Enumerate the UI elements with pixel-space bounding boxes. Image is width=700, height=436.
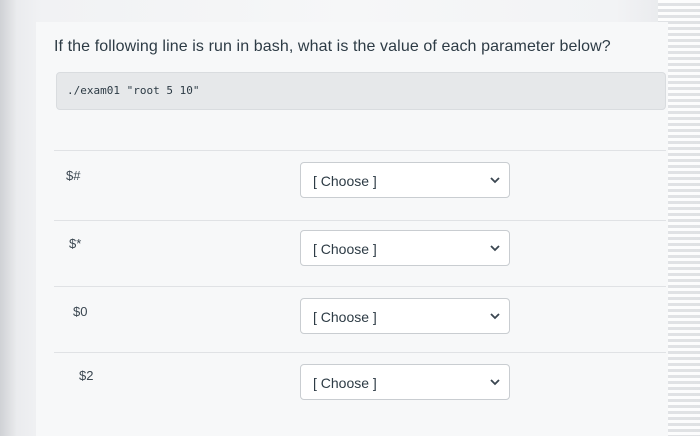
divider: [54, 150, 666, 151]
param-label-script-name: $0: [73, 304, 88, 319]
command-text: ./exam01 "root 5 10": [67, 84, 200, 97]
param-label-argc: $#: [66, 168, 81, 183]
divider: [54, 220, 666, 221]
answer-select-argc[interactable]: [ Choose ]: [300, 162, 510, 198]
answer-select-second-arg[interactable]: [ Choose ]: [300, 364, 510, 400]
chevron-down-icon: [490, 379, 500, 386]
answer-select-all-args[interactable]: [ Choose ]: [300, 230, 510, 266]
select-value: [ Choose ]: [313, 309, 377, 325]
photo-edge-left: [0, 0, 16, 436]
divider: [54, 352, 666, 353]
divider: [54, 286, 666, 287]
param-label-second-arg: $2: [79, 368, 94, 383]
chevron-down-icon: [490, 313, 500, 320]
select-value: [ Choose ]: [313, 241, 377, 257]
chevron-down-icon: [490, 177, 500, 184]
code-block: ./exam01 "root 5 10": [56, 72, 666, 110]
select-value: [ Choose ]: [313, 375, 377, 391]
answer-select-script-name[interactable]: [ Choose ]: [300, 298, 510, 334]
question-text: If the following line is run in bash, wh…: [54, 38, 611, 55]
question-panel: If the following line is run in bash, wh…: [36, 22, 668, 436]
param-label-all-args: $*: [69, 236, 82, 251]
chevron-down-icon: [490, 245, 500, 252]
select-value: [ Choose ]: [313, 173, 377, 189]
